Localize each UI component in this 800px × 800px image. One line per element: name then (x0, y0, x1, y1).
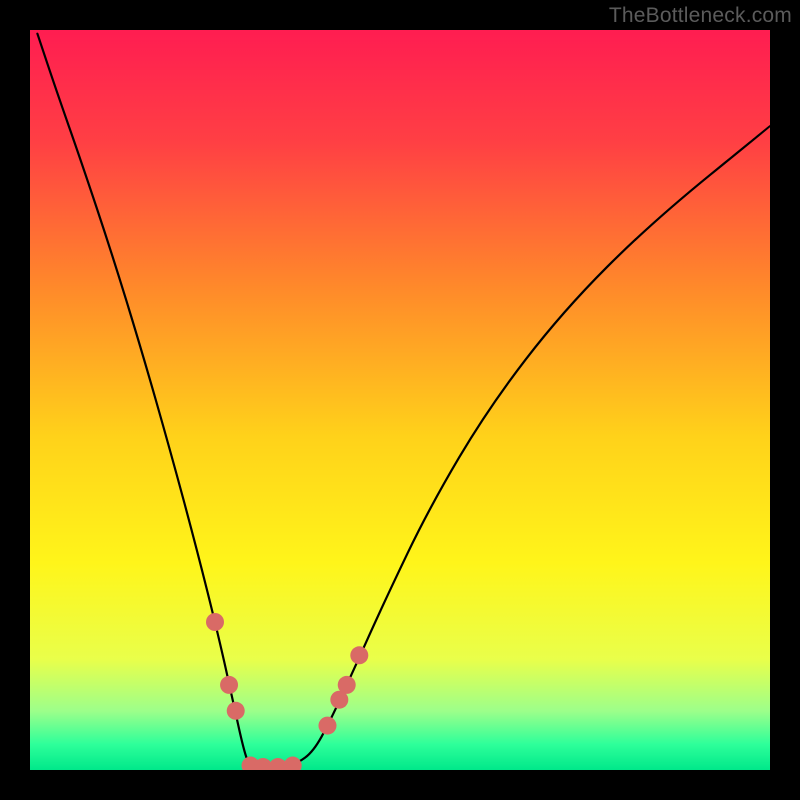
chart-svg (30, 30, 770, 770)
marker-point (318, 717, 336, 735)
marker-point (206, 613, 224, 631)
marker-point (338, 676, 356, 694)
marker-point (350, 646, 368, 664)
watermark-text: TheBottleneck.com (609, 4, 792, 28)
marker-point (220, 676, 238, 694)
plot-area (30, 30, 770, 770)
marker-point (227, 702, 245, 720)
gradient-background (30, 30, 770, 770)
chart-frame: TheBottleneck.com (0, 0, 800, 800)
